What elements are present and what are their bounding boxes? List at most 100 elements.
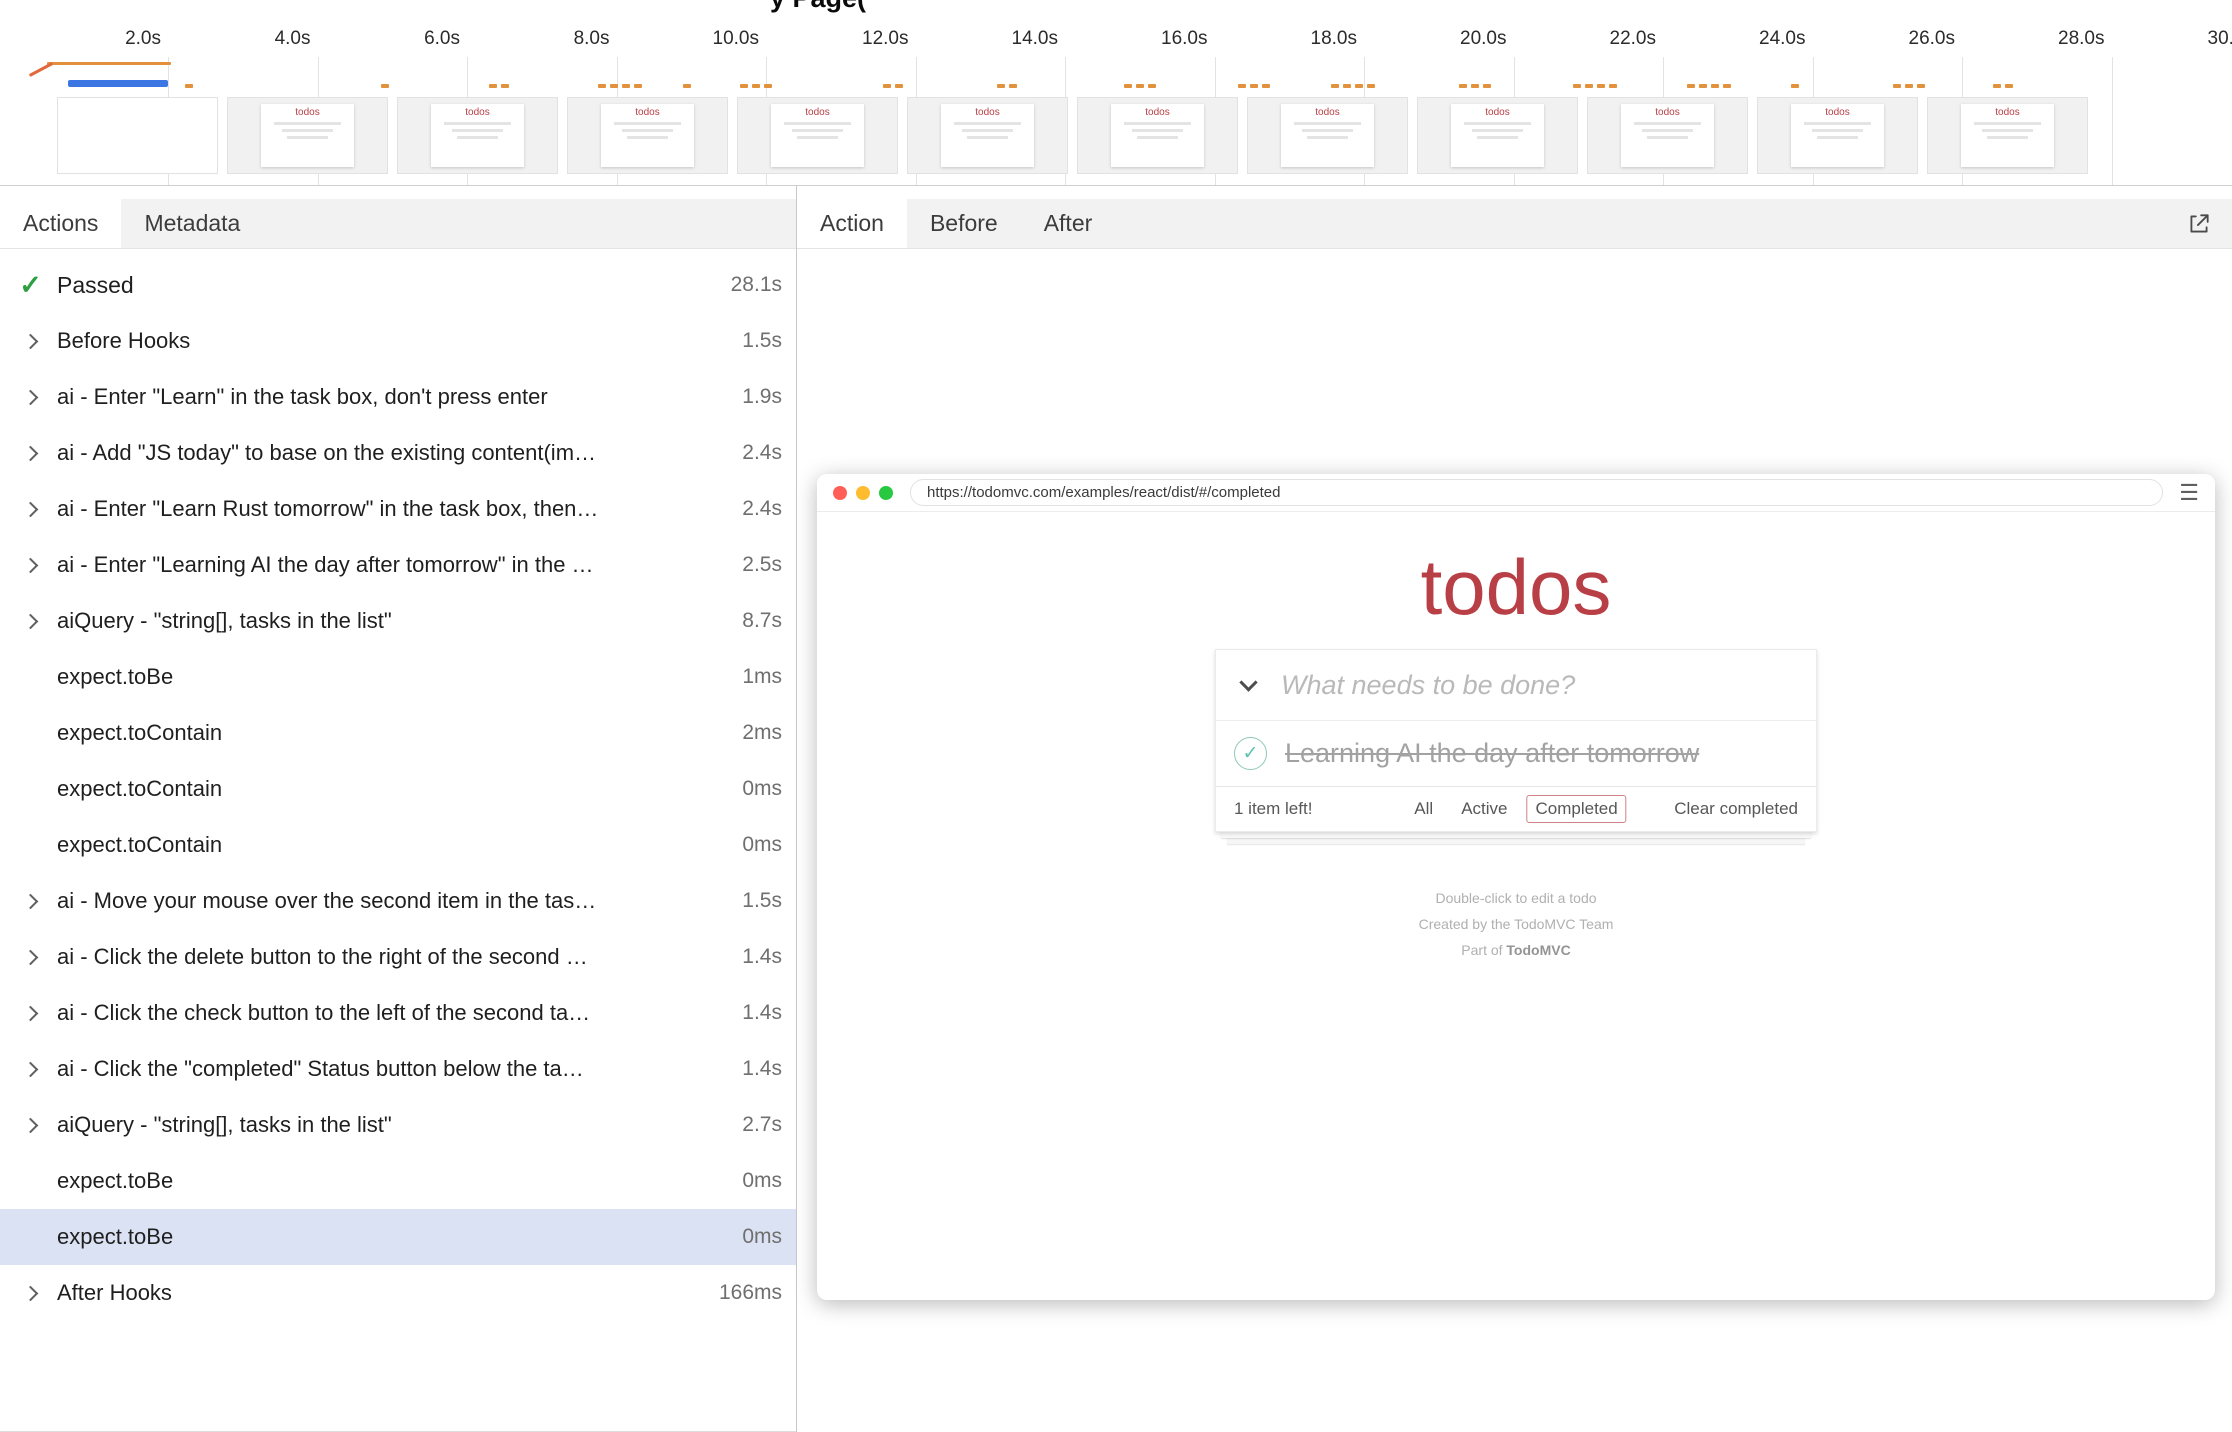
chevron-right-icon[interactable] [14, 952, 47, 963]
timeline-screenshot-frame[interactable]: todos [1927, 97, 2088, 174]
open-external-icon[interactable] [2186, 199, 2232, 248]
thumbnail-content-bar [1472, 129, 1524, 132]
action-row[interactable]: expect.toContain0ms [0, 761, 796, 817]
action-row[interactable]: ai - Enter "Learning AI the day after to… [0, 537, 796, 593]
timeline-action-mark [1993, 84, 2001, 88]
timeline-screenshot-frame[interactable]: todos [1247, 97, 1408, 174]
action-row[interactable]: expect.toBe0ms [0, 1153, 796, 1209]
action-row[interactable]: ai - Move your mouse over the second ite… [0, 873, 796, 929]
tab-before[interactable]: Before [907, 199, 1021, 248]
chevron-right-icon[interactable] [14, 560, 47, 571]
hint-line: Created by the TodoMVC Team [817, 916, 2215, 932]
timeline-action-mark [598, 84, 606, 88]
chevron-right-icon[interactable] [14, 1288, 47, 1299]
todos-heading: todos [817, 542, 2215, 633]
tab-action[interactable]: Action [797, 199, 907, 248]
traffic-light-zoom-icon[interactable] [879, 486, 893, 500]
chevron-right-icon[interactable] [14, 896, 47, 907]
toggle-all-chevron-icon[interactable] [1239, 673, 1257, 691]
tab-actions[interactable]: Actions [0, 199, 121, 248]
action-row[interactable]: ai - Click the check button to the left … [0, 985, 796, 1041]
action-row[interactable]: expect.toBe1ms [0, 649, 796, 705]
browser-page: todos What needs to be done? ✓ Learning A… [817, 512, 2215, 1298]
chevron-right-icon[interactable] [14, 392, 47, 403]
action-duration: 2.7s [742, 1113, 782, 1137]
toggle-complete-check-icon[interactable]: ✓ [1234, 737, 1267, 770]
action-row[interactable]: Before Hooks1.5s [0, 313, 796, 369]
action-row[interactable]: ai - Enter "Learn Rust tomorrow" in the … [0, 481, 796, 537]
filter-active[interactable]: Active [1452, 795, 1516, 823]
timeline-action-mark [1367, 84, 1375, 88]
todo-text: Learning AI the day after tomorrow [1285, 738, 1699, 769]
todo-item[interactable]: ✓ Learning AI the day after tomorrow [1216, 720, 1816, 786]
action-label: ai - Enter "Learning AI the day after to… [57, 552, 742, 578]
action-label: expect.toContain [57, 720, 742, 746]
thumbnail-content-bar [1974, 122, 2040, 125]
action-row[interactable]: ai - Click the delete button to the righ… [0, 929, 796, 985]
action-row[interactable]: ai - Add "JS today" to base on the exist… [0, 425, 796, 481]
browser-window: https://todomvc.com/examples/react/dist/… [817, 474, 2215, 1300]
thumbnail-content-bar [792, 129, 844, 132]
traffic-light-minimize-icon[interactable] [856, 486, 870, 500]
timeline-action-mark [1471, 84, 1479, 88]
action-label: Before Hooks [57, 328, 742, 354]
timeline-screenshot-frame[interactable]: todos [1587, 97, 1748, 174]
action-row[interactable]: aiQuery - "string[], tasks in the list"2… [0, 1097, 796, 1153]
timeline-screenshot-frame[interactable]: todos [737, 97, 898, 174]
action-row[interactable]: aiQuery - "string[], tasks in the list"8… [0, 593, 796, 649]
timeline-screenshot-frame[interactable] [57, 97, 218, 174]
thumbnail-title: todos [1145, 108, 1169, 118]
tab-after[interactable]: After [1021, 199, 1116, 248]
chevron-right-icon[interactable] [14, 504, 47, 515]
todo-hints: Double-click to edit a todoCreated by th… [817, 890, 2215, 958]
action-label: ai - Click the delete button to the righ… [57, 944, 742, 970]
tab-metadata[interactable]: Metadata [121, 199, 263, 248]
chevron-right-icon[interactable] [14, 1008, 47, 1019]
test-result-row[interactable]: ✓ Passed 28.1s [0, 257, 796, 313]
traffic-light-close-icon[interactable] [833, 486, 847, 500]
timeline-action-mark [764, 84, 772, 88]
filter-all[interactable]: All [1405, 795, 1442, 823]
action-duration: 0ms [742, 833, 782, 857]
chevron-right-icon[interactable] [14, 448, 47, 459]
new-todo-input[interactable]: What needs to be done? [1216, 650, 1816, 720]
chevron-right-icon[interactable] [14, 336, 47, 347]
timeline-screenshot-frame[interactable]: todos [227, 97, 388, 174]
test-duration: 28.1s [731, 273, 782, 297]
timeline-action-mark [752, 84, 760, 88]
timeline-action-mark [381, 84, 389, 88]
detail-panel: ActionBeforeAfter https://todomvc.com/ex… [797, 186, 2232, 1432]
timeline-action-mark [683, 84, 691, 88]
action-row[interactable]: After Hooks166ms [0, 1265, 796, 1321]
screenshot-thumbnail: todos [1281, 104, 1373, 167]
timeline-screenshot-frame[interactable]: todos [1077, 97, 1238, 174]
action-label: ai - Click the check button to the left … [57, 1000, 742, 1026]
check-glyph: ✓ [1243, 742, 1259, 765]
timeline-action-mark [1483, 84, 1491, 88]
main-split: ActionsMetadata ✓ Passed 28.1s Before Ho… [0, 186, 2232, 1432]
action-row[interactable]: expect.toBe0ms [0, 1209, 796, 1265]
action-row[interactable]: ai - Click the "completed" Status button… [0, 1041, 796, 1097]
actions-list: Before Hooks1.5sai - Enter "Learn" in th… [0, 313, 796, 1321]
actions-list-container: ✓ Passed 28.1s Before Hooks1.5sai - Ente… [0, 249, 796, 1432]
url-bar[interactable]: https://todomvc.com/examples/react/dist/… [910, 479, 2163, 506]
timeline-screenshot-frame[interactable]: todos [1757, 97, 1918, 174]
filter-completed[interactable]: Completed [1526, 795, 1626, 823]
timeline-gridline [2112, 57, 2113, 185]
timeline-screenshot-frame[interactable]: todos [1417, 97, 1578, 174]
clear-completed-button[interactable]: Clear completed [1674, 799, 1798, 819]
chevron-right-icon[interactable] [14, 1064, 47, 1075]
timeline[interactable]: y Page( 2.0s4.0s6.0s8.0s10.0s12.0s14.0s1… [0, 0, 2232, 186]
timeline-screenshot-frame[interactable]: todos [567, 97, 728, 174]
action-row[interactable]: expect.toContain2ms [0, 705, 796, 761]
timeline-screenshot-frame[interactable]: todos [907, 97, 1068, 174]
tick-label: 2.0s [125, 28, 161, 50]
chevron-right-icon[interactable] [14, 1120, 47, 1131]
passed-check-icon: ✓ [19, 270, 42, 301]
timeline-screenshot-frame[interactable]: todos [397, 97, 558, 174]
timeline-action-mark [1585, 84, 1593, 88]
action-row[interactable]: expect.toContain0ms [0, 817, 796, 873]
action-row[interactable]: ai - Enter "Learn" in the task box, don'… [0, 369, 796, 425]
menu-icon[interactable]: ☰ [2179, 482, 2199, 504]
chevron-right-icon[interactable] [14, 616, 47, 627]
